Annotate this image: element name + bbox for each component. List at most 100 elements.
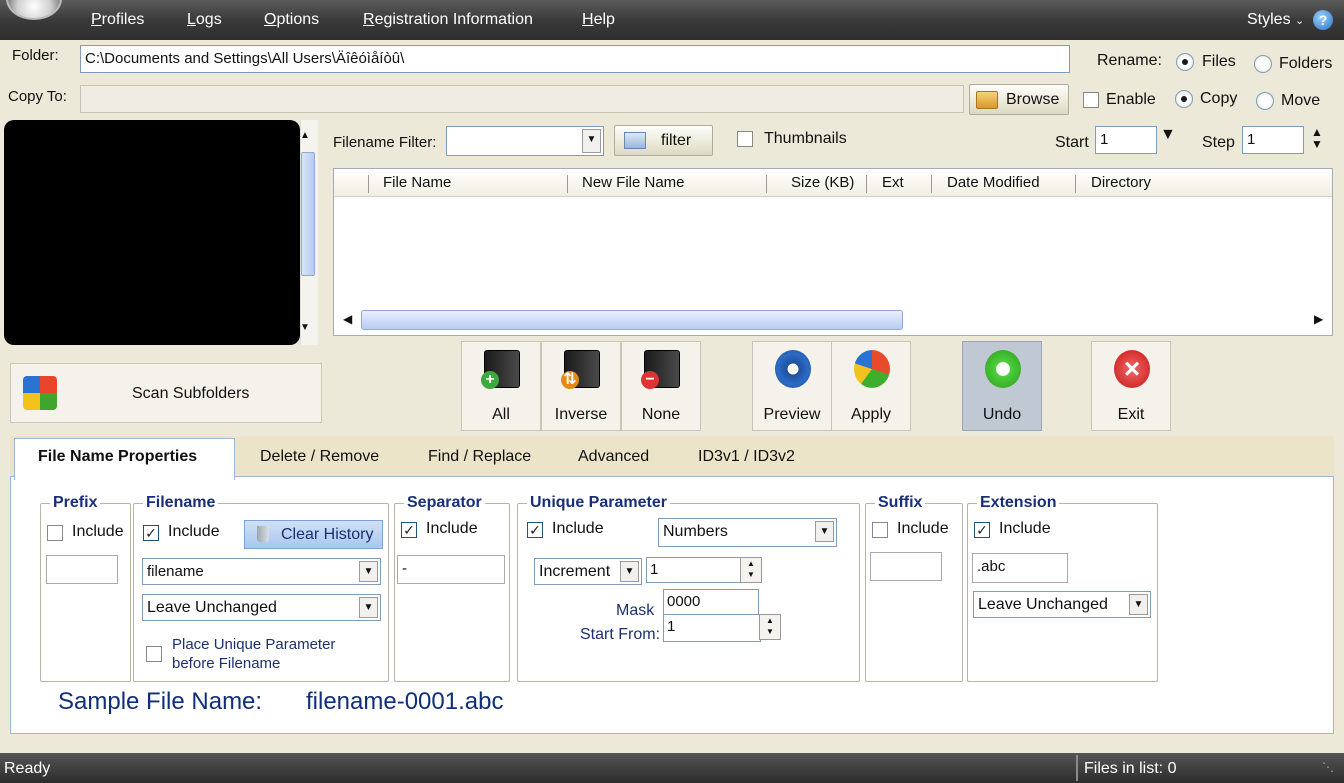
filename-combo-value: filename	[147, 563, 204, 580]
unique-include-checkbox[interactable]: ✓	[527, 522, 543, 538]
apply-button[interactable]: Apply	[831, 341, 911, 431]
column-date-modified[interactable]: Date Modified	[947, 174, 1040, 191]
start-spinner-icon[interactable]: ▼	[1160, 126, 1176, 144]
tab-delete-remove[interactable]: Delete / Remove	[260, 448, 379, 466]
rename-folders-radio[interactable]	[1254, 55, 1272, 73]
select-inverse-label: Inverse	[554, 406, 608, 423]
separator-include-checkbox[interactable]: ✓	[401, 522, 417, 538]
thumbnails-checkbox[interactable]	[737, 131, 753, 147]
preview-button[interactable]: Preview	[752, 341, 832, 431]
start-label: Start	[1055, 134, 1089, 151]
step-field[interactable]: 1	[1242, 126, 1304, 154]
scroll-down-arrow-icon[interactable]: ▼	[300, 322, 310, 333]
unique-mode-value: Increment	[539, 563, 611, 580]
menu-help[interactable]: Help	[582, 11, 615, 29]
increment-field[interactable]: 1	[646, 557, 742, 583]
select-all-button[interactable]: + All	[461, 341, 541, 431]
start-field[interactable]: 1	[1095, 126, 1157, 154]
chevron-down-icon[interactable]: ▼	[815, 521, 834, 542]
chevron-down-icon[interactable]: ▼	[1129, 594, 1148, 615]
tab-id3[interactable]: ID3v1 / ID3v2	[698, 448, 795, 466]
chevron-down-icon[interactable]: ▼	[620, 561, 639, 582]
separator-include-label: Include	[426, 520, 478, 537]
move-label: Move	[1281, 92, 1321, 109]
filter-button[interactable]: filter	[614, 125, 713, 156]
filename-filter-combo[interactable]: ▼	[446, 126, 604, 156]
copy-radio[interactable]	[1175, 90, 1193, 108]
tab-find-replace[interactable]: Find / Replace	[428, 448, 531, 466]
unique-type-combo[interactable]: Numbers ▼	[658, 518, 837, 547]
unique-mode-combo[interactable]: Increment ▼	[534, 558, 642, 585]
increment-spinner-icon[interactable]: ▲ ▼	[740, 557, 762, 583]
exit-button[interactable]: × Exit	[1091, 341, 1171, 431]
extension-field[interactable]: .abc	[972, 553, 1068, 583]
scan-subfolders-button[interactable]: Scan Subfolders	[10, 363, 322, 423]
column-separator	[567, 175, 568, 193]
chevron-down-icon[interactable]: ▼	[359, 597, 378, 618]
tab-advanced[interactable]: Advanced	[578, 448, 649, 466]
rename-files-radio[interactable]	[1176, 53, 1194, 71]
windows-folder-icon	[23, 376, 57, 410]
filename-combo[interactable]: filename ▼	[142, 558, 381, 585]
tab-file-name-properties[interactable]: File Name Properties	[38, 448, 197, 466]
suffix-include-label: Include	[897, 520, 949, 537]
enable-label: Enable	[1106, 91, 1156, 108]
menu-options[interactable]: Options	[264, 11, 319, 29]
filter-image-icon	[624, 132, 646, 149]
prefix-include-checkbox[interactable]	[47, 525, 63, 541]
column-ext[interactable]: Ext	[882, 174, 904, 191]
filename-case-combo[interactable]: Leave Unchanged ▼	[142, 594, 381, 621]
menu-logs[interactable]: Logs	[187, 11, 222, 29]
column-file-name[interactable]: File Name	[383, 174, 451, 191]
exit-label: Exit	[1117, 406, 1145, 423]
scroll-right-arrow-icon[interactable]: ▶	[1314, 312, 1323, 326]
place-unique-line2: before Filename	[172, 655, 281, 672]
prefix-field[interactable]	[46, 555, 118, 584]
styles-menu[interactable]: Styles ⌄	[1247, 11, 1304, 29]
file-list-hscroll-thumb[interactable]	[361, 310, 903, 330]
suffix-field[interactable]	[870, 552, 942, 581]
mask-field[interactable]: 0000	[663, 589, 759, 615]
help-icon[interactable]: ?	[1313, 10, 1333, 30]
suffix-include-checkbox[interactable]	[872, 522, 888, 538]
step-spinner-icon[interactable]: ▲ ▼	[1311, 126, 1323, 150]
start-from-field[interactable]: 1	[663, 614, 761, 642]
chevron-down-icon[interactable]: ▼	[582, 129, 601, 153]
extension-case-combo[interactable]: Leave Unchanged ▼	[973, 591, 1151, 618]
filename-include-checkbox[interactable]: ✓	[143, 525, 159, 541]
place-unique-before-checkbox[interactable]	[146, 646, 162, 662]
folder-tree-scroll-thumb[interactable]	[301, 152, 315, 276]
start-from-spinner-icon[interactable]: ▲ ▼	[759, 614, 781, 640]
scroll-left-arrow-icon[interactable]: ◀	[343, 312, 352, 326]
browse-button[interactable]: Browse	[969, 84, 1069, 115]
folder-tree-redacted[interactable]	[4, 120, 300, 345]
select-none-button[interactable]: − None	[621, 341, 701, 431]
enable-checkbox[interactable]	[1083, 92, 1099, 108]
move-radio[interactable]	[1256, 92, 1274, 110]
menu-registration-information[interactable]: Registration Information	[363, 11, 533, 29]
files-in-list-count: Files in list: 0	[1084, 760, 1177, 777]
column-directory[interactable]: Directory	[1091, 174, 1151, 191]
folder-icon	[976, 91, 998, 109]
column-new-file-name[interactable]: New File Name	[582, 174, 685, 191]
suffix-title: Suffix	[875, 494, 926, 512]
separator-field[interactable]: -	[397, 555, 505, 584]
apply-label: Apply	[850, 406, 892, 423]
resize-grip-icon[interactable]: ⋱	[1322, 760, 1338, 776]
clear-history-button[interactable]: Clear History	[244, 520, 383, 549]
folder-path-field[interactable]: C:\Documents and Settings\All Users\Äîêó…	[80, 45, 1070, 73]
select-none-icon: −	[641, 350, 680, 389]
scroll-up-arrow-icon[interactable]: ▲	[300, 130, 310, 141]
copy-to-field[interactable]	[80, 85, 964, 113]
preview-icon	[775, 350, 811, 388]
select-inverse-button[interactable]: ⇅ Inverse	[541, 341, 621, 431]
chevron-down-icon[interactable]: ▼	[359, 561, 378, 582]
filename-filter-label: Filename Filter:	[333, 134, 437, 151]
column-size[interactable]: Size (KB)	[791, 174, 854, 191]
apply-icon	[854, 350, 890, 388]
extension-include-checkbox[interactable]: ✓	[974, 522, 990, 538]
extension-include-label: Include	[999, 520, 1051, 537]
styles-label: Styles	[1247, 11, 1291, 28]
undo-button[interactable]: Undo	[962, 341, 1042, 431]
menu-profiles[interactable]: Profiles	[91, 11, 144, 29]
